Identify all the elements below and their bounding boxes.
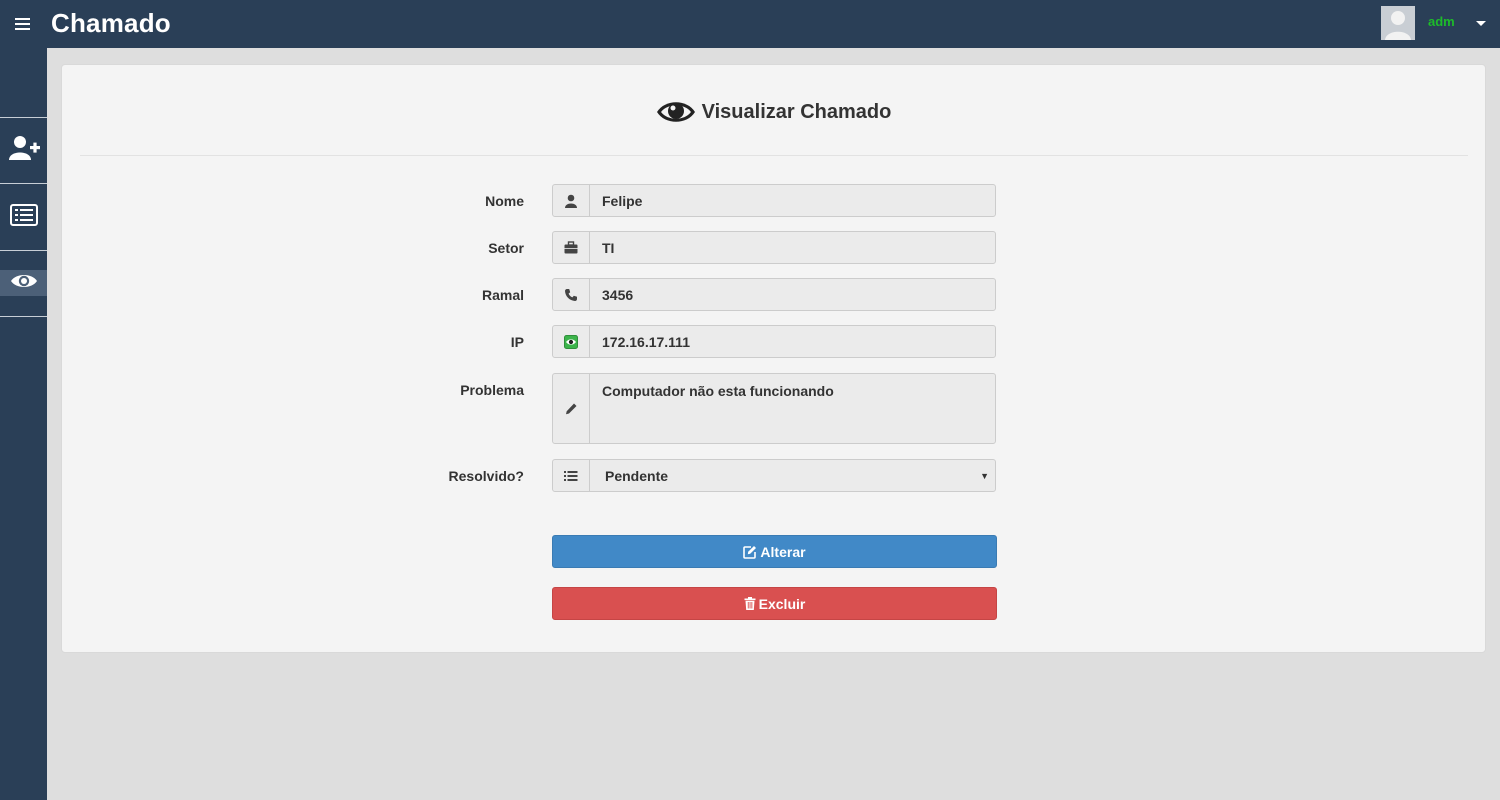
panel-header: Visualizar Chamado bbox=[62, 65, 1485, 155]
excluir-label: Excluir bbox=[758, 595, 806, 612]
excluir-button[interactable]: Excluir bbox=[552, 587, 997, 620]
eye-badge-icon bbox=[553, 326, 590, 357]
nome-value[interactable]: Felipe bbox=[590, 185, 995, 216]
list-icon bbox=[553, 460, 590, 491]
problema-label: Problema bbox=[460, 382, 524, 398]
ip-value[interactable]: 172.16.17.111 bbox=[590, 326, 995, 357]
eye-icon bbox=[10, 272, 38, 295]
briefcase-icon bbox=[553, 232, 590, 263]
ramal-field[interactable]: 3456 bbox=[552, 278, 996, 311]
hamburger-menu-icon[interactable] bbox=[13, 14, 33, 34]
pencil-icon bbox=[553, 374, 590, 443]
select-caret-icon[interactable]: ▼ bbox=[980, 471, 989, 481]
phone-icon bbox=[553, 279, 590, 310]
nome-field[interactable]: Felipe bbox=[552, 184, 996, 217]
alterar-label: Alterar bbox=[760, 543, 806, 560]
username-label[interactable]: adm bbox=[1428, 14, 1455, 29]
add-user-icon bbox=[8, 134, 40, 167]
eye-icon bbox=[656, 98, 696, 126]
problema-value[interactable]: Computador não esta funcionando bbox=[590, 374, 995, 443]
sidebar-divider bbox=[0, 250, 47, 251]
user-avatar[interactable] bbox=[1381, 6, 1415, 40]
sidebar-item-view[interactable] bbox=[0, 270, 47, 296]
ip-label: IP bbox=[510, 334, 524, 350]
nome-label: Nome bbox=[485, 193, 524, 209]
trash-icon bbox=[744, 597, 756, 610]
title-divider bbox=[80, 155, 1468, 156]
resolvido-select[interactable]: Pendente ▼ bbox=[552, 459, 996, 492]
view-ticket-panel: Visualizar Chamado Nome Felipe Setor TI … bbox=[61, 64, 1486, 653]
ramal-value[interactable]: 3456 bbox=[590, 279, 995, 310]
edit-icon bbox=[743, 545, 757, 559]
top-navbar: Chamado adm bbox=[0, 0, 1500, 48]
resolvido-label: Resolvido? bbox=[448, 468, 524, 484]
setor-label: Setor bbox=[488, 240, 524, 256]
caret-down-icon[interactable] bbox=[1474, 17, 1488, 31]
setor-field[interactable]: TI bbox=[552, 231, 996, 264]
brand-title[interactable]: Chamado bbox=[51, 8, 171, 39]
ramal-label: Ramal bbox=[481, 287, 524, 303]
sidebar-item-list[interactable] bbox=[0, 184, 47, 250]
ip-field[interactable]: 172.16.17.111 bbox=[552, 325, 996, 358]
sidebar bbox=[0, 48, 47, 800]
problema-textarea[interactable]: Computador não esta funcionando bbox=[552, 373, 996, 444]
setor-value[interactable]: TI bbox=[590, 232, 995, 263]
list-icon bbox=[9, 203, 38, 231]
page-title: Visualizar Chamado bbox=[701, 100, 892, 123]
resolvido-value[interactable]: Pendente ▼ bbox=[590, 460, 995, 491]
sidebar-divider bbox=[0, 316, 47, 317]
user-icon bbox=[553, 185, 590, 216]
alterar-button[interactable]: Alterar bbox=[552, 535, 997, 568]
sidebar-item-add-user[interactable] bbox=[0, 118, 47, 183]
resolvido-selected: Pendente bbox=[605, 467, 669, 484]
